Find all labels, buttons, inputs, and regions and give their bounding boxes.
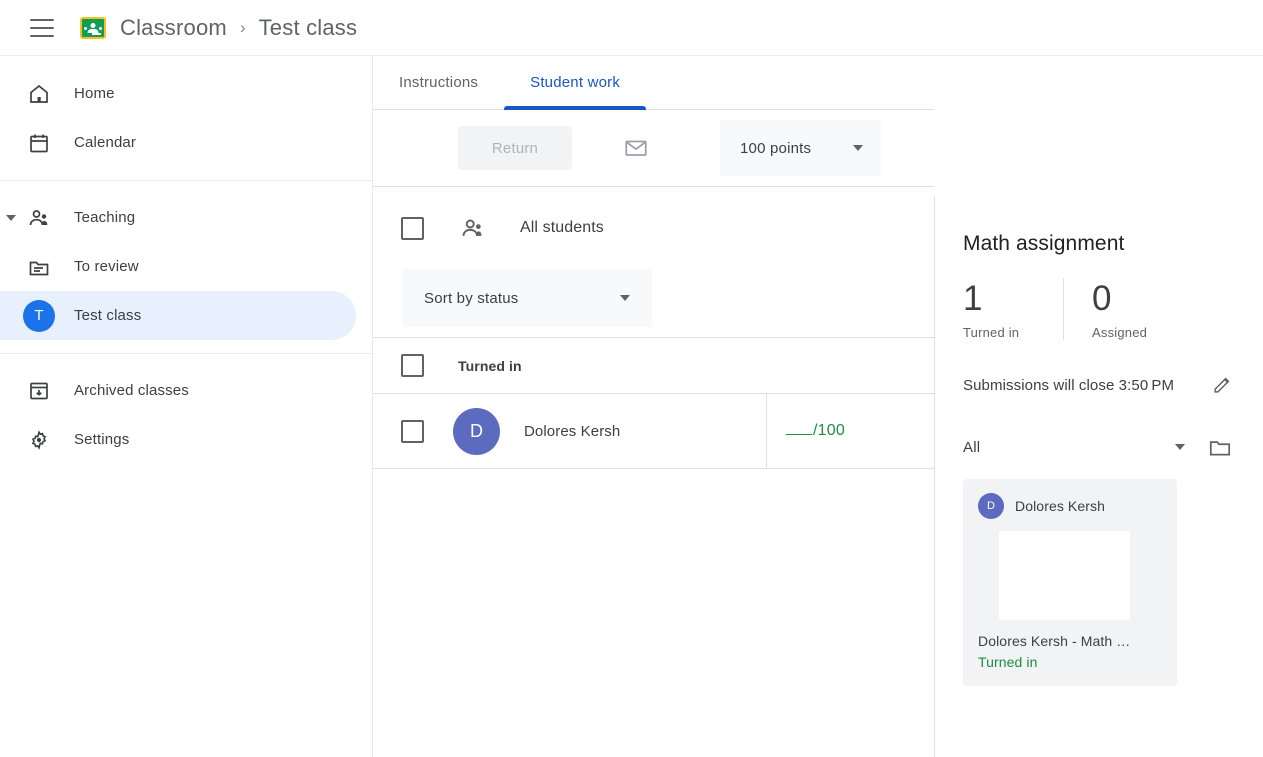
sidebar-item-label: Calendar — [74, 134, 136, 151]
submissions-close-text: Submissions will close 3:50 PM — [963, 377, 1174, 394]
people-icon — [26, 205, 52, 231]
all-students-label: All students — [520, 219, 604, 237]
breadcrumb-separator: › — [240, 18, 246, 38]
people-group-icon — [459, 215, 486, 242]
sidebar-nav: Home Calendar Teaching — [0, 56, 373, 757]
page-title: Math assignment — [963, 232, 1235, 256]
submission-file-name: Dolores Kersh - Math … — [978, 633, 1162, 649]
sort-wrapper: Sort by status — [373, 269, 934, 337]
submission-card-header: D Dolores Kersh — [978, 493, 1162, 519]
stat-caption: Assigned — [1092, 325, 1163, 340]
sidebar-item-label: Test class — [74, 307, 141, 324]
grade-total: /100 — [813, 422, 845, 440]
stat-caption: Turned in — [963, 325, 1063, 340]
sidebar-item-calendar[interactable]: Calendar — [0, 118, 356, 167]
submissions-close-row: Submissions will close 3:50 PM — [963, 372, 1235, 398]
attachments-filter-row: All — [963, 432, 1235, 462]
tab-bar: Instructions Student work — [373, 56, 934, 110]
chevron-down-icon — [620, 295, 630, 301]
student-name[interactable]: Dolores Kersh — [524, 423, 620, 440]
sidebar-item-to-review[interactable]: To review — [0, 242, 356, 291]
sidebar-item-label: Teaching — [74, 209, 135, 226]
select-group-checkbox[interactable] — [401, 354, 424, 377]
sort-by-status-dropdown[interactable]: Sort by status — [402, 269, 652, 327]
calendar-icon — [26, 130, 52, 156]
email-icon[interactable] — [614, 126, 658, 170]
grade-cell[interactable]: /100 — [766, 394, 934, 468]
breadcrumb-classroom[interactable]: Classroom — [120, 15, 227, 41]
top-app-bar: Classroom › Test class — [0, 0, 1263, 56]
archive-icon — [26, 378, 52, 404]
class-avatar: T — [23, 300, 55, 332]
select-student-checkbox[interactable] — [401, 420, 424, 443]
sidebar-item-label: Settings — [74, 431, 129, 448]
points-dropdown[interactable]: 100 points — [720, 120, 881, 176]
stat-turned-in: 1 Turned in — [963, 278, 1063, 340]
status-group-label: Turned in — [458, 358, 522, 374]
status-group-turned-in: Turned in — [373, 337, 934, 393]
submission-stats: 1 Turned in 0 Assigned — [963, 278, 1235, 340]
attachment-filter-dropdown[interactable]: All — [963, 439, 1205, 456]
sidebar-divider-2 — [0, 353, 372, 354]
student-row-left: D Dolores Kersh — [373, 394, 766, 468]
tab-instructions[interactable]: Instructions — [373, 55, 504, 109]
sidebar-item-home[interactable]: Home — [0, 69, 356, 118]
stat-assigned: 0 Assigned — [1063, 278, 1163, 340]
sort-value: Sort by status — [424, 290, 519, 307]
breadcrumb-current-class: Test class — [259, 15, 358, 41]
work-toolbar: Return 100 points — [373, 110, 934, 187]
stat-number: 1 — [963, 278, 1063, 320]
avatar: D — [453, 408, 500, 455]
pencil-icon[interactable] — [1209, 372, 1235, 398]
grade-blank-input[interactable] — [786, 422, 812, 435]
filter-value: All — [963, 439, 980, 456]
select-all-checkbox[interactable] — [401, 217, 424, 240]
sidebar-item-settings[interactable]: Settings — [0, 415, 356, 464]
submission-thumbnail — [999, 531, 1130, 620]
home-icon — [26, 81, 52, 107]
classroom-app: Classroom › Test class Home Calendar — [0, 0, 1263, 757]
tab-student-work[interactable]: Student work — [504, 55, 646, 109]
submission-student-name: Dolores Kersh — [1015, 498, 1105, 514]
sidebar-item-label: To review — [74, 258, 139, 275]
sidebar-item-label: Archived classes — [74, 382, 189, 399]
chevron-down-icon — [853, 145, 863, 151]
return-button[interactable]: Return — [458, 126, 572, 170]
sidebar-divider — [0, 180, 372, 181]
grade-value: /100 — [786, 422, 845, 440]
sidebar-item-archived-classes[interactable]: Archived classes — [0, 366, 356, 415]
sidebar-item-teaching[interactable]: Teaching — [0, 193, 356, 242]
assignment-detail-panel: Math assignment 1 Turned in 0 Assigned S… — [934, 196, 1263, 757]
status-badge: Turned in — [978, 654, 1162, 670]
folder-icon[interactable] — [1205, 432, 1235, 462]
chevron-down-icon[interactable] — [6, 215, 16, 221]
google-classroom-logo — [80, 17, 106, 39]
stat-number: 0 — [1092, 278, 1163, 320]
avatar: D — [978, 493, 1004, 519]
hamburger-menu-icon[interactable] — [30, 19, 54, 37]
points-value: 100 points — [740, 140, 811, 157]
table-row[interactable]: D Dolores Kersh /100 — [373, 393, 934, 469]
folder-list-icon — [26, 254, 52, 280]
gear-icon — [26, 427, 52, 453]
sidebar-item-label: Home — [74, 85, 115, 102]
submission-card[interactable]: D Dolores Kersh Dolores Kersh - Math … T… — [963, 479, 1177, 686]
sidebar-item-test-class[interactable]: T Test class — [0, 291, 356, 340]
students-list: All students Sort by status Turned in D … — [373, 187, 934, 469]
chevron-down-icon — [1175, 444, 1185, 450]
all-students-row: All students — [373, 187, 934, 269]
main-content: Instructions Student work Return 100 poi… — [373, 56, 934, 757]
